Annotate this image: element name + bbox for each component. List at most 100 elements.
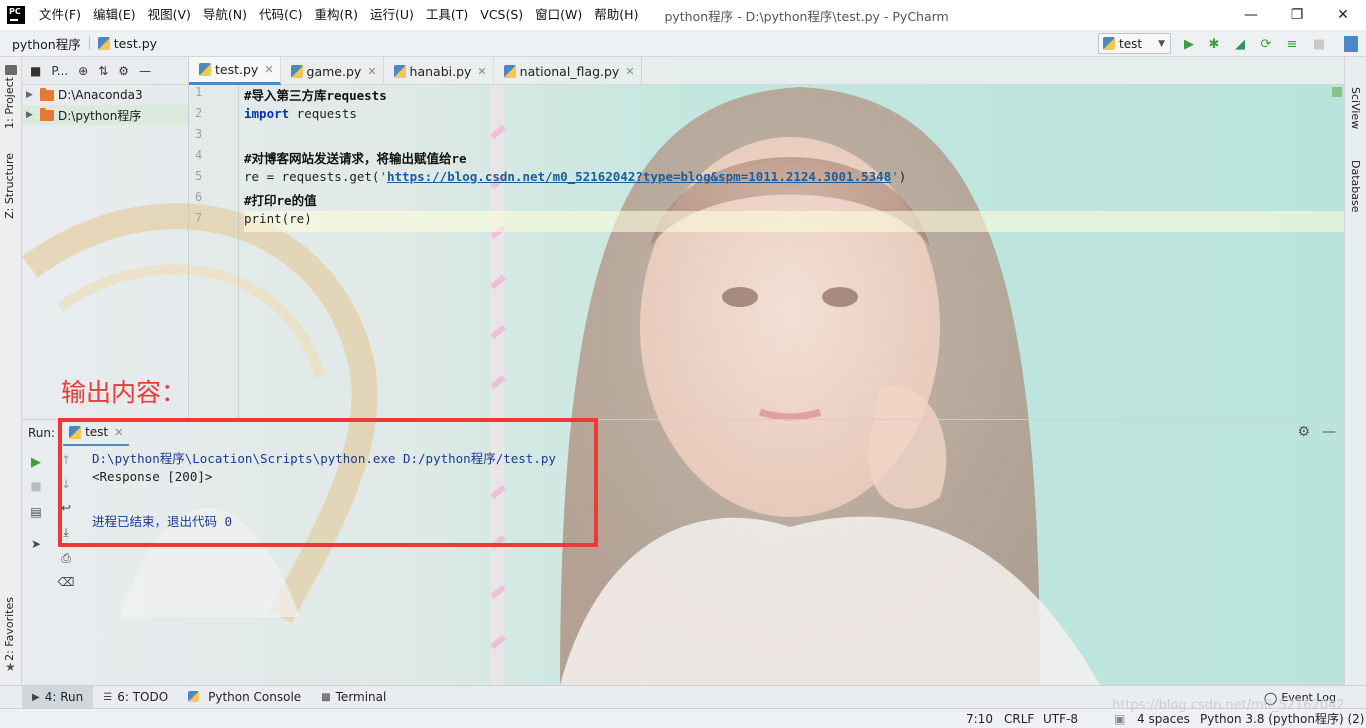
menu-edit[interactable]: 编辑(E) <box>87 0 142 30</box>
menu-vcs[interactable]: VCS(S) <box>474 0 529 30</box>
line-number: 5 <box>195 169 203 183</box>
debug-icon[interactable]: ✱ <box>1206 36 1222 52</box>
menu-help[interactable]: 帮助(H) <box>588 0 644 30</box>
layout-icon[interactable]: ▤ <box>28 504 44 520</box>
tree-item-label: D:\Anaconda3 <box>58 88 143 102</box>
minimize-icon[interactable]: — <box>1228 0 1274 30</box>
tool-tab-favorites[interactable]: 2: Favorites <box>3 597 16 661</box>
line-separator[interactable]: CRLF <box>1004 709 1034 728</box>
close-icon[interactable]: ✕ <box>1320 0 1366 30</box>
tree-item-python-project[interactable]: ▶ D:\python程序 <box>22 105 188 125</box>
file-encoding[interactable]: UTF-8 <box>1043 709 1078 728</box>
close-icon[interactable]: ✕ <box>477 65 486 78</box>
terminal-icon: ▩ <box>321 691 331 703</box>
code-line-6[interactable]: #打印re的值 <box>244 190 1344 211</box>
project-folder-icon <box>5 65 17 75</box>
navigation-bar: python程序 test.py test ▼ ▶ ✱ ◢ ⟳ ≡ ■ <box>0 30 1366 57</box>
hide-icon[interactable]: — <box>1322 424 1336 440</box>
bottom-tab-python-console[interactable]: Python Console <box>178 686 311 709</box>
code-line-2[interactable]: import requests <box>244 106 1344 127</box>
tab-label: game.py <box>306 63 362 79</box>
tab-hanabi-py[interactable]: hanabi.py ✕ <box>384 57 494 85</box>
tab-label: hanabi.py <box>409 63 472 79</box>
code-area[interactable]: #导入第三方库requests import requests #对博客网站发送… <box>244 85 1344 232</box>
url-link[interactable]: https://blog.csdn.net/m0_52162042?type=b… <box>387 169 891 184</box>
project-view-select[interactable]: P... <box>51 64 68 78</box>
code-line-4[interactable]: #对博客网站发送请求，将输出赋值给re <box>244 148 1344 169</box>
tool-tab-database[interactable]: Database <box>1349 160 1362 213</box>
profile-icon[interactable]: ⟳ <box>1258 36 1274 52</box>
breadcrumb-project[interactable]: python程序 <box>12 34 81 53</box>
close-icon[interactable]: ✕ <box>264 63 273 76</box>
python-icon <box>188 691 203 703</box>
chevron-down-icon: ▼ <box>1158 38 1165 49</box>
folder-icon: ■ <box>30 63 42 78</box>
run-icon[interactable]: ▶ <box>1181 36 1197 52</box>
folder-icon <box>40 107 54 121</box>
menu-run[interactable]: 运行(U) <box>364 0 420 30</box>
tab-game-py[interactable]: game.py ✕ <box>281 57 384 85</box>
gear-icon[interactable]: ⚙ <box>118 64 129 78</box>
string-quote: ' <box>379 169 387 184</box>
bottom-tab-run[interactable]: ▶ 4: Run <box>22 685 94 709</box>
inspection-ok-icon[interactable] <box>1332 87 1342 97</box>
line-number: 1 <box>195 85 203 99</box>
code-line-1[interactable]: #导入第三方库requests <box>244 85 1344 106</box>
chevron-right-icon[interactable]: ▶ <box>26 90 40 100</box>
tree-item-label: D:\python程序 <box>58 108 142 123</box>
bottom-tab-label: Terminal <box>335 690 387 704</box>
comment: #导入第三方库requests <box>244 88 387 103</box>
menu-window[interactable]: 窗口(W) <box>529 0 588 30</box>
scroll-thumb[interactable] <box>1344 36 1358 52</box>
watermark-text: https://blog.csdn.net/m0_52162042 <box>1112 698 1345 713</box>
annotation-label: 输出内容： <box>61 378 187 407</box>
python-file-icon <box>393 64 406 78</box>
tool-tab-project[interactable]: 1: Project <box>3 77 16 129</box>
run-concurrency-icon[interactable]: ≡ <box>1284 36 1300 52</box>
code-line-5[interactable]: re = requests.get('https://blog.csdn.net… <box>244 169 1344 190</box>
run-configuration-select[interactable]: test ▼ <box>1098 33 1171 54</box>
bottom-tab-terminal[interactable]: ▩ Terminal <box>311 686 396 709</box>
menu-code[interactable]: 代码(C) <box>253 0 308 30</box>
close-icon[interactable]: ✕ <box>367 65 376 78</box>
gear-icon[interactable]: ⚙ <box>1297 424 1310 440</box>
code-editor[interactable]: 1 2 3 4 5 6 7 #导入第三方库requests import req… <box>189 85 1344 419</box>
breadcrumb-file[interactable]: test.py <box>114 36 157 51</box>
tree-item-anaconda[interactable]: ▶ D:\Anaconda3 <box>22 85 188 105</box>
list-icon: ☰ <box>103 691 113 703</box>
collapse-all-icon[interactable]: ⇅ <box>98 64 108 78</box>
breadcrumb-separator <box>88 36 90 50</box>
hide-icon[interactable]: — <box>139 64 151 78</box>
code-line-7[interactable]: print(re) <box>244 211 1344 232</box>
trash-icon[interactable]: ⌫ <box>58 574 75 590</box>
stop-icon[interactable]: ■ <box>1311 36 1327 52</box>
stop-icon[interactable]: ■ <box>28 478 44 494</box>
python-file-icon <box>290 64 303 78</box>
tab-test-py[interactable]: test.py ✕ <box>189 57 281 85</box>
menu-refactor[interactable]: 重构(R) <box>309 0 364 30</box>
bottom-tab-todo[interactable]: ☰ 6: TODO <box>93 686 178 709</box>
tab-national-flag-py[interactable]: national_flag.py ✕ <box>494 57 642 85</box>
left-tool-stripe: 1: Project Z: Structure 2: Favorites ★ <box>0 57 22 685</box>
code-text: requests <box>289 106 357 121</box>
restore-icon[interactable]: ❐ <box>1274 0 1320 30</box>
menu-tools[interactable]: 工具(T) <box>420 0 474 30</box>
run-label: Run: <box>28 426 56 440</box>
tool-tab-structure[interactable]: Z: Structure <box>3 153 16 219</box>
tool-tab-sciview[interactable]: SciView <box>1349 87 1362 129</box>
menu-navigate[interactable]: 导航(N) <box>197 0 253 30</box>
title-bar: PC 文件(F) 编辑(E) 视图(V) 导航(N) 代码(C) 重构(R) 运… <box>0 0 1366 30</box>
pin-icon[interactable]: ➤ <box>28 536 44 552</box>
locate-icon[interactable]: ⊕ <box>78 64 88 78</box>
line-number: 7 <box>195 211 203 225</box>
close-icon[interactable]: ✕ <box>625 65 634 78</box>
print-icon[interactable]: ⎙ <box>58 550 74 566</box>
rerun-icon[interactable]: ▶ <box>28 454 44 470</box>
caret-position[interactable]: 7:10 <box>966 709 993 728</box>
code-line-3[interactable] <box>244 127 1344 148</box>
menu-file[interactable]: 文件(F) <box>33 0 87 30</box>
chevron-right-icon[interactable]: ▶ <box>26 110 40 120</box>
coverage-icon[interactable]: ◢ <box>1232 36 1248 52</box>
menu-view[interactable]: 视图(V) <box>142 0 197 30</box>
